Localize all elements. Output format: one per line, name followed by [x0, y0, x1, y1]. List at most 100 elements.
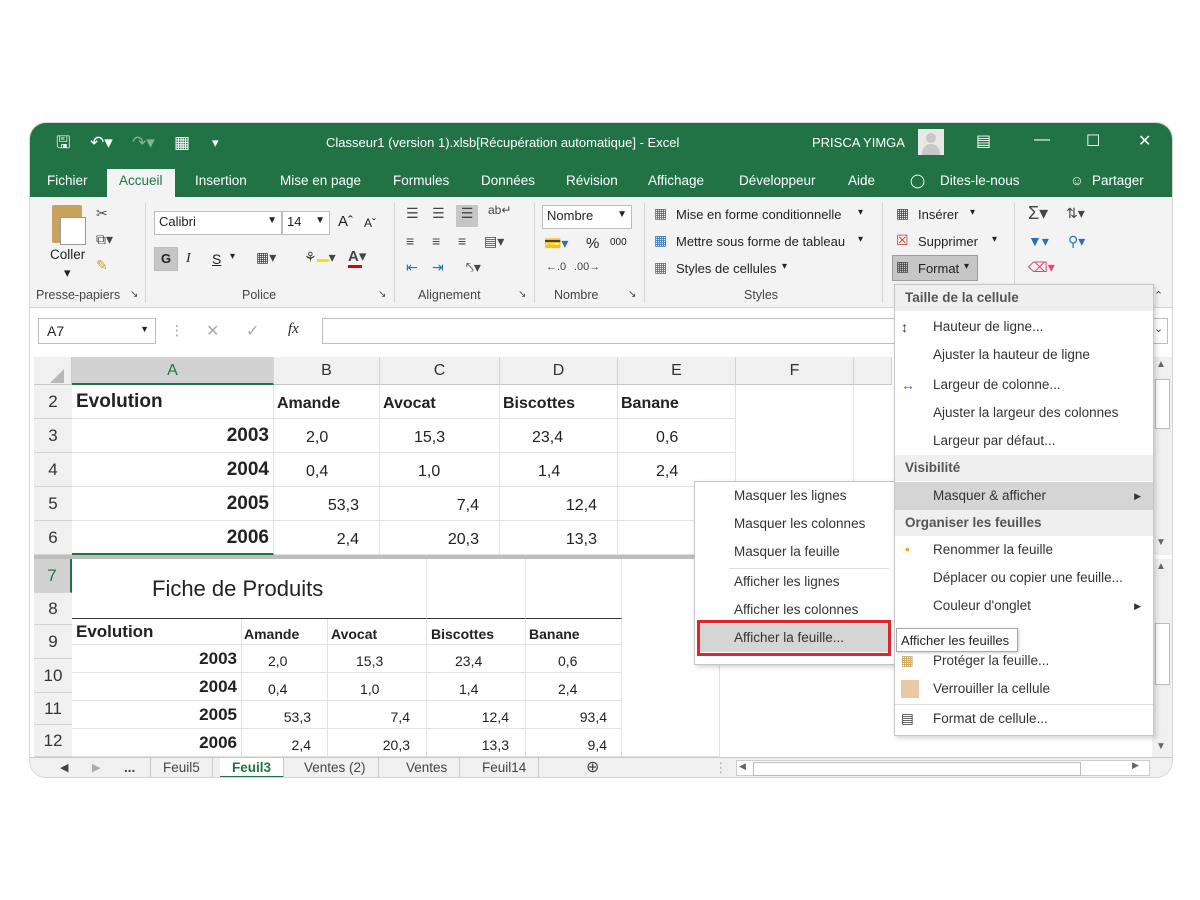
table2-header-amande[interactable]: Amande	[242, 619, 328, 645]
vertical-scrollbar-top[interactable]: ▲ ▼	[1152, 357, 1172, 555]
number-launcher-icon[interactable]: ↘	[628, 289, 636, 300]
row-header-3[interactable]: 3	[34, 419, 72, 453]
clipboard-launcher-icon[interactable]: ↘	[130, 289, 138, 300]
table2-header-banane[interactable]: Banane	[526, 619, 622, 645]
fill-color-icon[interactable]: ⚘ ▾	[304, 249, 336, 266]
table2-cell[interactable]: 20,3	[328, 729, 427, 757]
vertical-scrollbar-bottom[interactable]: ▲ ▼	[1152, 559, 1172, 757]
shrink-font-icon[interactable]: Aˇ	[364, 216, 376, 230]
menu-item-row-height[interactable]: ↕ Hauteur de ligne...	[895, 313, 1153, 341]
user-name[interactable]: PRISCA YIMGA	[812, 135, 905, 150]
currency-icon[interactable]: 💳▾	[544, 235, 568, 252]
close-icon[interactable]: ✕	[1138, 131, 1151, 151]
column-header-e[interactable]: E	[618, 357, 736, 385]
table1-cell[interactable]: 7,4	[380, 487, 500, 521]
table2-year[interactable]: 2004	[72, 673, 242, 701]
save-icon[interactable]: 🖫	[56, 132, 70, 154]
table2-header-avocat[interactable]: Avocat	[328, 619, 427, 645]
avatar[interactable]	[918, 129, 944, 155]
table1-year[interactable]: 2005	[72, 487, 274, 521]
row-header-11[interactable]: 11	[34, 693, 72, 725]
chevron-down-icon[interactable]: ▾	[782, 261, 787, 272]
table2-year[interactable]: 2005	[72, 701, 242, 729]
expand-formula-icon[interactable]: ⌄	[1154, 322, 1163, 335]
table2-cell[interactable]: 9,4	[526, 729, 622, 757]
menu-item-autofit-column[interactable]: Ajuster la largeur des colonnes	[895, 399, 1153, 427]
paste-button[interactable]: Coller	[50, 247, 85, 262]
conditional-format-button[interactable]: Mise en forme conditionnelle	[676, 207, 841, 222]
insert-function-button[interactable]: fx	[288, 321, 299, 338]
table1-cell[interactable]: 20,3	[380, 521, 500, 555]
tab-fichier[interactable]: Fichier	[47, 173, 88, 188]
splitter-icon[interactable]: ⋮	[714, 758, 728, 777]
menu-item-hide-rows[interactable]: Masquer les lignes	[695, 482, 895, 510]
copy-icon[interactable]: ⧉▾	[96, 231, 113, 248]
italic-button[interactable]: I	[186, 251, 191, 267]
alignment-launcher-icon[interactable]: ↘	[518, 289, 526, 300]
column-header-b[interactable]: B	[274, 357, 380, 385]
font-size-combo[interactable]: 14 ▼	[282, 211, 330, 235]
table2-cell[interactable]: 12,4	[427, 701, 526, 729]
table1-header-amande[interactable]: Amande	[274, 385, 380, 419]
tab-mise-en-page[interactable]: Mise en page	[280, 173, 361, 188]
table2-header-evolution[interactable]: Evolution	[72, 619, 242, 645]
chevron-down-icon[interactable]: ▾	[858, 207, 863, 218]
orientation-icon[interactable]: ⤣▾	[466, 259, 481, 276]
format-button[interactable]: Format	[918, 261, 959, 276]
table1-year[interactable]: 2006	[72, 521, 274, 555]
sheet-tab-feuil3[interactable]: Feuil3	[220, 758, 285, 777]
menu-item-tab-color[interactable]: Couleur d'onglet ▶	[895, 592, 1153, 620]
fill-icon[interactable]: ▼▾	[1028, 233, 1049, 250]
qat-menu-icon[interactable]: ▾	[212, 132, 219, 154]
table1-header-evolution[interactable]: Evolution	[72, 385, 274, 419]
row-header-5[interactable]: 5	[34, 487, 72, 521]
maximize-icon[interactable]: ☐	[1086, 131, 1100, 151]
menu-item-autofit-row[interactable]: Ajuster la hauteur de ligne	[895, 341, 1153, 369]
table2-cell[interactable]: 2,4	[242, 729, 328, 757]
scroll-up-icon[interactable]: ▲	[1156, 561, 1166, 572]
sort-filter-icon[interactable]: ⇅▾	[1066, 205, 1085, 222]
share-icon[interactable]: ☺	[1070, 173, 1084, 188]
table2-cell[interactable]: 53,3	[242, 701, 328, 729]
customize-icon[interactable]: ▦	[174, 132, 190, 154]
undo-icon[interactable]: ↶▾	[90, 132, 113, 154]
align-center-icon[interactable]: ≡	[432, 233, 440, 249]
row-header-4[interactable]: 4	[34, 453, 72, 487]
borders-icon[interactable]: ▦▾	[256, 249, 276, 266]
find-select-icon[interactable]: ⚲▾	[1068, 233, 1085, 250]
sheet-tab-ventes-2[interactable]: Ventes (2)	[292, 758, 379, 777]
table1-cell[interactable]: 2,4	[274, 521, 380, 555]
menu-item-lock-cell[interactable]: Verrouiller la cellule	[895, 675, 1153, 703]
row-header-12[interactable]: 12	[34, 725, 72, 757]
percent-button[interactable]: %	[586, 235, 599, 252]
empty-cell[interactable]	[526, 559, 622, 619]
insert-button[interactable]: Insérer	[918, 207, 958, 222]
menu-item-hide-sheet[interactable]: Masquer la feuille	[695, 538, 895, 566]
menu-item-hide-show[interactable]: Masquer & afficher ▶	[895, 482, 1153, 510]
table1-cell[interactable]: 15,3	[380, 419, 500, 453]
row-header-9[interactable]: 9	[34, 625, 72, 659]
name-box[interactable]: A7 ▼	[38, 318, 156, 344]
sheet-tab-ventes[interactable]: Ventes	[394, 758, 461, 777]
table1-year[interactable]: 2004	[72, 453, 274, 487]
number-format-combo[interactable]: Nombre ▼	[542, 205, 632, 229]
horizontal-scrollbar[interactable]: ◀	[736, 760, 1150, 776]
table2-header-biscottes[interactable]: Biscottes	[427, 619, 526, 645]
align-middle-icon[interactable]: ☰	[432, 205, 445, 222]
thousands-button[interactable]: 000	[610, 237, 627, 248]
autosum-icon[interactable]: Σ▾	[1028, 203, 1048, 224]
collapse-ribbon-icon[interactable]: ⌃	[1154, 289, 1163, 302]
font-launcher-icon[interactable]: ↘	[378, 289, 386, 300]
tell-me-search[interactable]: Dites-le-nous	[940, 173, 1020, 188]
minimize-icon[interactable]: —	[1034, 131, 1050, 149]
align-right-icon[interactable]: ≡	[458, 233, 466, 249]
tab-donnees[interactable]: Données	[481, 173, 535, 188]
increase-decimal-icon[interactable]: ←.0	[546, 261, 566, 273]
menu-item-rename-sheet[interactable]: • Renommer la feuille	[895, 536, 1153, 564]
delete-button[interactable]: Supprimer	[918, 234, 978, 249]
tab-developpeur[interactable]: Développeur	[739, 173, 816, 188]
menu-item-hide-columns[interactable]: Masquer les colonnes	[695, 510, 895, 538]
scroll-thumb[interactable]	[753, 762, 1081, 776]
decrease-decimal-icon[interactable]: .00→	[574, 261, 600, 273]
column-header-g[interactable]	[854, 357, 892, 385]
